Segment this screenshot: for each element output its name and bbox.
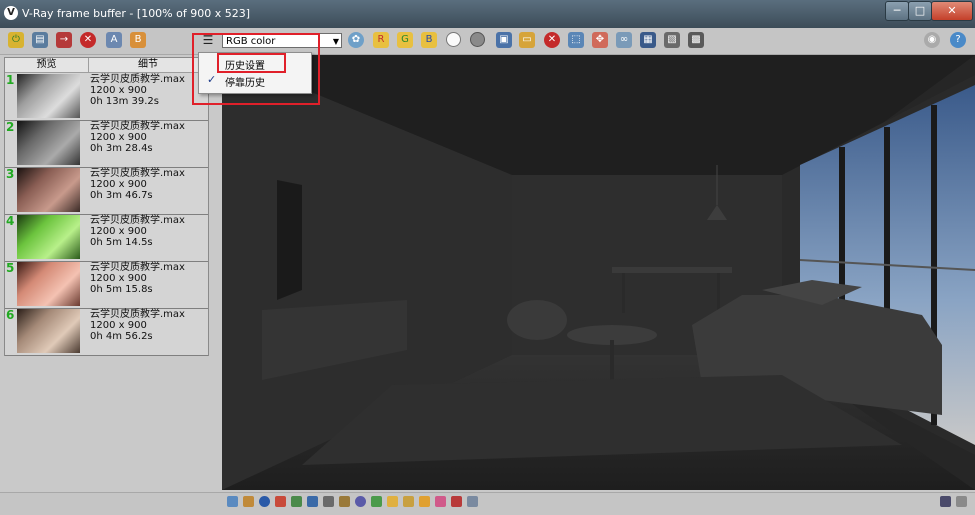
color-picker-icon[interactable]: ✿	[348, 32, 364, 48]
minimize-button[interactable]: ─	[885, 1, 909, 21]
expand-icon[interactable]	[956, 496, 967, 507]
toolbar: ⏻ ▤ → ✕ A B ☰ RGB color ▼ ✿ R G B ▣ ▭ ✕ …	[0, 28, 975, 55]
row-details: 云学贝皮质教学.max 1200 x 900 0h 5m 14.5s	[90, 215, 185, 248]
render-image	[222, 55, 975, 490]
render-thumbnail	[17, 262, 80, 306]
status-bar	[0, 492, 975, 515]
highlight-box-inner	[217, 53, 286, 73]
history-row[interactable]: 2 云学贝皮质教学.max 1200 x 900 0h 3m 28.4s	[5, 120, 208, 168]
row-number: 6	[6, 308, 15, 322]
row-details: 云学贝皮质教学.max 1200 x 900 0h 13m 39.2s	[90, 74, 185, 107]
track-mouse-icon[interactable]: ✥	[592, 32, 608, 48]
histogram-icon[interactable]	[307, 496, 318, 507]
render-thumbnail	[17, 121, 80, 165]
blue-channel-icon[interactable]: B	[421, 32, 437, 48]
white-balance-icon[interactable]	[339, 496, 350, 507]
close-button[interactable]: ✕	[931, 1, 973, 21]
icc-icon[interactable]	[419, 496, 430, 507]
history-icon[interactable]: ▧	[664, 32, 680, 48]
render-thumbnail	[17, 168, 80, 212]
history-panel: 预览 细节 1 云学贝皮质教学.max 1200 x 900 0h 13m 39…	[4, 57, 209, 356]
info-icon[interactable]	[259, 496, 270, 507]
row-number: 5	[6, 261, 15, 275]
row-details: 云学贝皮质教学.max 1200 x 900 0h 3m 28.4s	[90, 121, 185, 154]
render-thumbnail	[17, 215, 80, 259]
color-balance-icon[interactable]	[371, 496, 382, 507]
row-details: 云学贝皮质教学.max 1200 x 900 0h 5m 15.8s	[90, 262, 185, 295]
row-file: 云学贝皮质教学.max	[90, 262, 185, 273]
history-row[interactable]: 3 云学贝皮质教学.max 1200 x 900 0h 3m 46.7s	[5, 167, 208, 215]
row-details: 云学贝皮质教学.max 1200 x 900 0h 4m 56.2s	[90, 309, 185, 342]
clear-icon[interactable]: ✕	[80, 32, 96, 48]
row-resolution: 1200 x 900	[90, 226, 147, 237]
row-resolution: 1200 x 900	[90, 273, 147, 284]
render-thumbnail	[17, 309, 80, 353]
gray-circle-icon[interactable]	[470, 32, 485, 47]
link-icon[interactable]: ∞	[616, 32, 632, 48]
history-row[interactable]: 1 云学贝皮质教学.max 1200 x 900 0h 13m 39.2s	[5, 73, 208, 121]
row-render-time: 0h 4m 56.2s	[90, 331, 153, 342]
row-number: 4	[6, 214, 15, 228]
hsl-icon[interactable]	[355, 496, 366, 507]
red-channel-icon[interactable]: R	[373, 32, 389, 48]
monitor-icon[interactable]	[227, 496, 238, 507]
row-resolution: 1200 x 900	[90, 179, 147, 190]
display-icon[interactable]	[467, 496, 478, 507]
exposure-icon[interactable]	[323, 496, 334, 507]
row-file: 云学贝皮质教学.max	[90, 74, 185, 85]
row-resolution: 1200 x 900	[90, 132, 147, 143]
render-viewport[interactable]	[222, 55, 975, 490]
history-list-icon[interactable]	[243, 496, 254, 507]
settings-icon[interactable]: ▩	[688, 32, 704, 48]
chevron-down-icon: ▼	[332, 37, 339, 46]
help-icon[interactable]: ?	[950, 32, 966, 48]
folder-icon[interactable]: ▭	[519, 32, 535, 48]
row-render-time: 0h 5m 15.8s	[90, 284, 153, 295]
row-number: 3	[6, 167, 15, 181]
row-file: 云学贝皮质教学.max	[90, 215, 185, 226]
save-image-icon[interactable]: ▣	[496, 32, 512, 48]
lut-icon[interactable]	[387, 496, 398, 507]
b-channel-icon[interactable]: B	[130, 32, 146, 48]
row-number: 2	[6, 120, 15, 134]
row-resolution: 1200 x 900	[90, 85, 147, 96]
stamp-icon[interactable]	[451, 496, 462, 507]
history-row[interactable]: 5 云学贝皮质教学.max 1200 x 900 0h 5m 15.8s	[5, 261, 208, 309]
camera-icon[interactable]: ◉	[924, 32, 940, 48]
white-circle-icon[interactable]	[446, 32, 461, 47]
stop-icon[interactable]: ✕	[544, 32, 560, 48]
lens-effects-icon[interactable]	[435, 496, 446, 507]
green-channel-icon[interactable]: G	[397, 32, 413, 48]
levels-icon[interactable]	[275, 496, 286, 507]
row-details: 云学贝皮质教学.max 1200 x 900 0h 3m 46.7s	[90, 168, 185, 201]
maximize-button[interactable]: □	[908, 1, 932, 21]
row-resolution: 1200 x 900	[90, 320, 147, 331]
row-render-time: 0h 13m 39.2s	[90, 96, 159, 107]
title-bar: V V-Ray frame buffer - [100% of 900 x 52…	[0, 0, 975, 28]
history-row[interactable]: 4 云学贝皮质教学.max 1200 x 900 0h 5m 14.5s	[5, 214, 208, 262]
column-header-preview: 预览	[5, 58, 89, 73]
window-title: V-Ray frame buffer - [100% of 900 x 523]	[22, 7, 251, 20]
row-render-time: 0h 3m 28.4s	[90, 143, 153, 154]
power-icon[interactable]: ⏻	[8, 32, 24, 48]
lut-icon[interactable]: ▦	[640, 32, 656, 48]
row-file: 云学贝皮质教学.max	[90, 309, 185, 320]
a-channel-icon[interactable]: A	[106, 32, 122, 48]
ocio-icon[interactable]	[403, 496, 414, 507]
region-icon[interactable]: ⬚	[568, 32, 584, 48]
row-file: 云学贝皮质教学.max	[90, 121, 185, 132]
row-file: 云学贝皮质教学.max	[90, 168, 185, 179]
row-render-time: 0h 5m 14.5s	[90, 237, 153, 248]
history-row[interactable]: 6 云学贝皮质教学.max 1200 x 900 0h 4m 56.2s	[5, 308, 208, 356]
panel-toggle-icon[interactable]	[940, 496, 951, 507]
vray-icon: V	[4, 6, 18, 20]
render-thumbnail	[17, 74, 80, 118]
load-icon[interactable]: →	[56, 32, 72, 48]
save-icon[interactable]: ▤	[32, 32, 48, 48]
row-number: 1	[6, 73, 15, 87]
column-header-details: 细节	[89, 58, 208, 73]
row-render-time: 0h 3m 46.7s	[90, 190, 153, 201]
curves-icon[interactable]	[291, 496, 302, 507]
